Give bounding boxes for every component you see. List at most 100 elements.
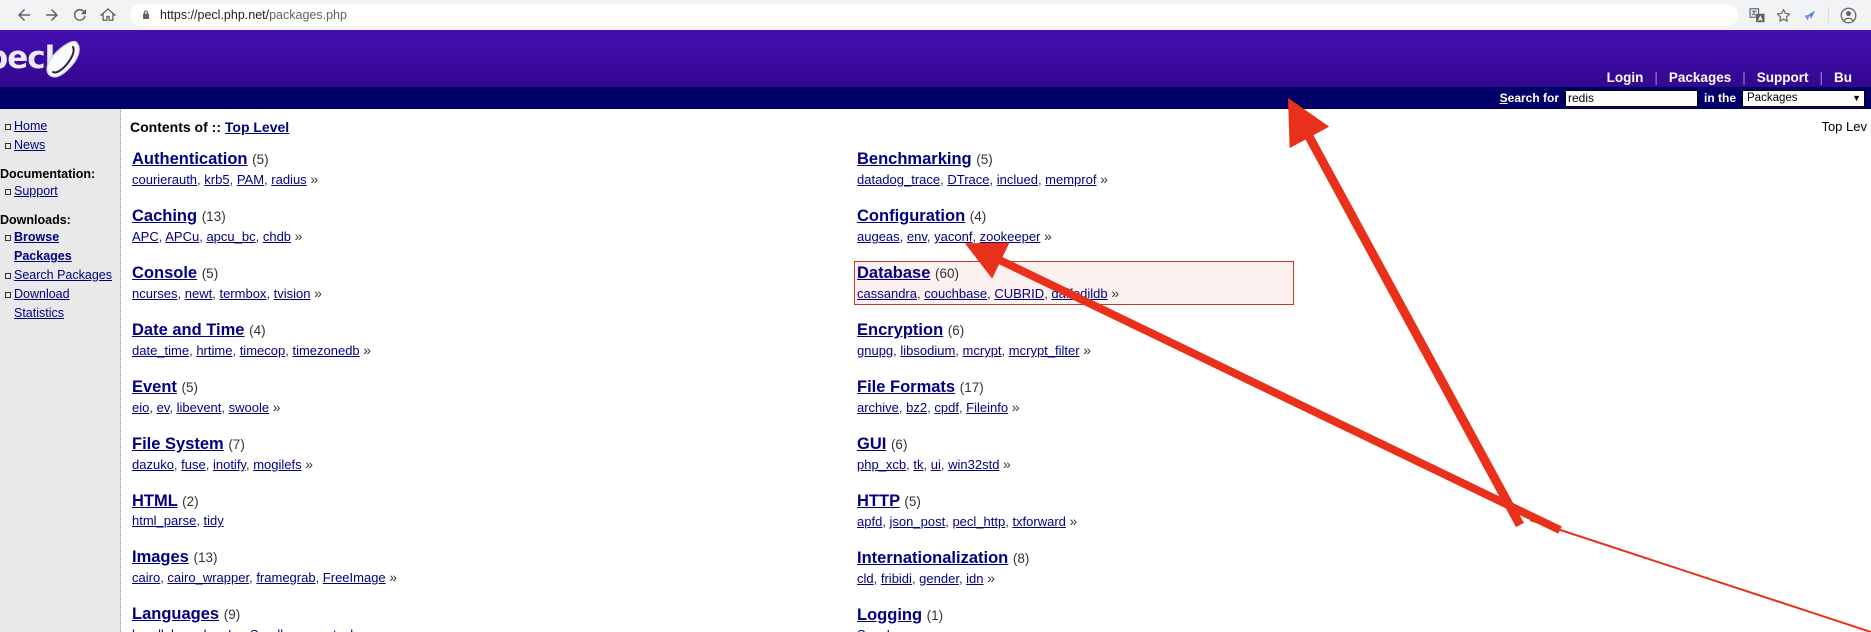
category-more-glyph[interactable]: » bbox=[295, 228, 303, 244]
sidebar-item-home[interactable]: Home bbox=[0, 117, 114, 136]
package-link[interactable]: tidy bbox=[204, 513, 224, 528]
address-bar[interactable]: https://pecl.php.net/packages.php bbox=[130, 4, 1738, 26]
category-more-glyph[interactable]: » bbox=[368, 626, 376, 632]
package-link[interactable]: couchbase bbox=[924, 286, 987, 301]
category-link[interactable]: Benchmarking bbox=[857, 150, 972, 168]
nav-item-bugs[interactable]: Bu bbox=[1823, 70, 1863, 85]
sidebar-item-news[interactable]: News bbox=[0, 136, 114, 155]
package-link[interactable]: tk bbox=[913, 457, 923, 472]
package-link[interactable]: idn bbox=[966, 571, 983, 586]
bookmark-star-icon[interactable] bbox=[1770, 2, 1796, 28]
package-link[interactable]: gnupg bbox=[857, 343, 893, 358]
package-link[interactable]: FreeImage bbox=[323, 570, 386, 585]
package-link[interactable]: memprof bbox=[1045, 172, 1096, 187]
package-link[interactable]: krb5 bbox=[204, 172, 229, 187]
package-link[interactable]: dazuko bbox=[132, 457, 174, 472]
home-button[interactable] bbox=[94, 1, 122, 29]
package-link[interactable]: libevent bbox=[177, 400, 222, 415]
category-link[interactable]: Database bbox=[857, 264, 930, 282]
package-link[interactable]: courierauth bbox=[132, 172, 197, 187]
category-link[interactable]: Date and Time bbox=[132, 321, 244, 339]
category-link[interactable]: Authentication bbox=[132, 150, 248, 168]
search-scope-select[interactable]: Packages ▼ bbox=[1742, 89, 1865, 107]
package-link[interactable]: html_parse bbox=[132, 513, 196, 528]
search-input[interactable] bbox=[1565, 89, 1698, 107]
package-link[interactable]: APC bbox=[132, 229, 159, 244]
package-link[interactable]: mcrypt_filter bbox=[1009, 343, 1080, 358]
package-link[interactable]: augeas bbox=[857, 229, 900, 244]
sidebar-link-download-statistics[interactable]: Download Statistics bbox=[14, 287, 70, 320]
package-link[interactable]: mustache bbox=[308, 627, 364, 632]
category-link[interactable]: GUI bbox=[857, 435, 886, 453]
category-more-glyph[interactable]: » bbox=[273, 399, 281, 415]
package-link[interactable]: timecop bbox=[240, 343, 286, 358]
sidebar-link-support[interactable]: Support bbox=[14, 184, 58, 198]
package-link[interactable]: yaconf bbox=[934, 229, 972, 244]
package-link[interactable]: newt bbox=[185, 286, 212, 301]
sidebar-item-download-statistics[interactable]: Download Statistics bbox=[0, 285, 114, 323]
package-link[interactable]: APCu bbox=[165, 229, 199, 244]
category-link[interactable]: Caching bbox=[132, 207, 197, 225]
package-link[interactable]: zookeeper bbox=[980, 229, 1041, 244]
package-link[interactable]: chdb bbox=[263, 229, 291, 244]
package-link[interactable]: pecl_http bbox=[952, 514, 1005, 529]
package-link[interactable]: tvision bbox=[274, 286, 311, 301]
category-more-glyph[interactable]: » bbox=[1044, 228, 1052, 244]
category-link[interactable]: Encryption bbox=[857, 321, 943, 339]
category-link[interactable]: Logging bbox=[857, 606, 922, 624]
sidebar-link-home[interactable]: Home bbox=[14, 119, 47, 133]
category-link[interactable]: Internationalization bbox=[857, 549, 1008, 567]
package-link[interactable]: radius bbox=[271, 172, 306, 187]
package-link[interactable]: php_xcb bbox=[857, 457, 906, 472]
extension-icon[interactable] bbox=[1796, 2, 1822, 28]
category-more-glyph[interactable]: » bbox=[1111, 285, 1119, 301]
package-link[interactable]: handlebars bbox=[132, 627, 196, 632]
package-link[interactable]: fuse bbox=[181, 457, 206, 472]
pecl-logo[interactable]: pecl bbox=[0, 32, 106, 86]
category-more-glyph[interactable]: » bbox=[310, 171, 318, 187]
category-link[interactable]: HTTP bbox=[857, 492, 900, 510]
category-more-glyph[interactable]: » bbox=[1070, 513, 1078, 529]
category-link[interactable]: File System bbox=[132, 435, 224, 453]
package-link[interactable]: PAM bbox=[237, 172, 264, 187]
nav-item-packages[interactable]: Packages bbox=[1658, 70, 1742, 85]
package-link[interactable]: lua bbox=[204, 627, 221, 632]
sidebar-item-support[interactable]: Support bbox=[0, 182, 114, 201]
category-more-glyph[interactable]: » bbox=[305, 456, 313, 472]
package-link[interactable]: txforward bbox=[1012, 514, 1065, 529]
profile-avatar-icon[interactable] bbox=[1835, 2, 1861, 28]
category-link[interactable]: Console bbox=[132, 264, 197, 282]
package-link[interactable]: cld bbox=[857, 571, 874, 586]
package-link[interactable]: Fileinfo bbox=[966, 400, 1008, 415]
package-link[interactable]: LuaSandbox bbox=[228, 627, 301, 632]
package-link[interactable]: mcrypt bbox=[963, 343, 1002, 358]
package-link[interactable]: cassandra bbox=[857, 286, 917, 301]
package-link[interactable]: gender bbox=[919, 571, 959, 586]
package-link[interactable]: inclued bbox=[997, 172, 1038, 187]
sidebar-link-search-packages[interactable]: Search Packages bbox=[14, 268, 112, 282]
package-link[interactable]: eio bbox=[132, 400, 149, 415]
category-more-glyph[interactable]: » bbox=[987, 570, 995, 586]
sidebar-link-news[interactable]: News bbox=[14, 138, 45, 152]
nav-item-login[interactable]: Login bbox=[1596, 70, 1655, 85]
category-link[interactable]: HTML bbox=[132, 492, 178, 510]
category-more-glyph[interactable]: » bbox=[1083, 342, 1091, 358]
package-link[interactable]: mogilefs bbox=[253, 457, 301, 472]
translate-icon[interactable] bbox=[1744, 2, 1770, 28]
package-link[interactable]: DTrace bbox=[947, 172, 989, 187]
package-link[interactable]: cpdf bbox=[934, 400, 959, 415]
package-link[interactable]: cairo bbox=[132, 570, 160, 585]
package-link[interactable]: timezonedb bbox=[292, 343, 359, 358]
package-link[interactable]: json_post bbox=[890, 514, 946, 529]
package-link[interactable]: SeasLog bbox=[857, 627, 908, 632]
package-link[interactable]: apcu_bc bbox=[206, 229, 255, 244]
sidebar-link-browse-packages[interactable]: Browse Packages bbox=[14, 230, 72, 263]
package-link[interactable]: libsodium bbox=[900, 343, 955, 358]
category-link[interactable]: Event bbox=[132, 378, 177, 396]
package-link[interactable]: win32std bbox=[948, 457, 999, 472]
category-more-glyph[interactable]: » bbox=[1012, 399, 1020, 415]
forward-button[interactable] bbox=[38, 1, 66, 29]
category-more-glyph[interactable]: » bbox=[1003, 456, 1011, 472]
category-link[interactable]: Languages bbox=[132, 605, 219, 623]
package-link[interactable]: CUBRID bbox=[994, 286, 1044, 301]
